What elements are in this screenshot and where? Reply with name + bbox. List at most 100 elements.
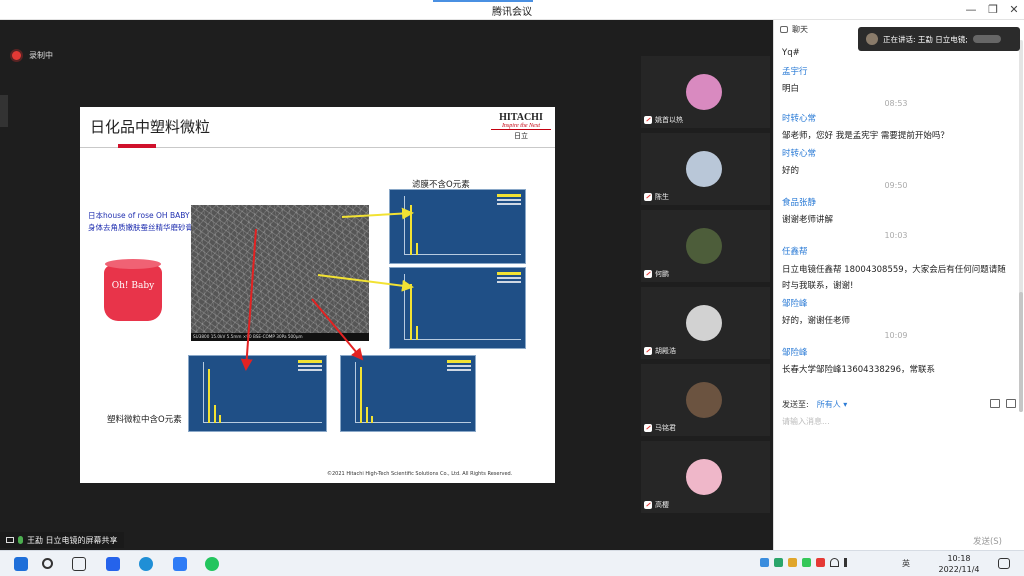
chat-sender: 邹险峰	[782, 299, 808, 309]
product-label: 日本house of rose OH BABY身体去角质嫩肤蚕丝精华磨砂膏	[88, 211, 193, 232]
edge-icon[interactable]	[139, 557, 153, 571]
hitachi-logo: HITACHI Inspire the Next 日立	[491, 112, 551, 140]
chat-message: 好的	[782, 166, 800, 176]
presentation-slide: 日化品中塑料微粒 HITACHI Inspire the Next 日立 日本h…	[80, 107, 555, 483]
close-button[interactable]: ✕	[1005, 2, 1023, 18]
chat-message: 明白	[782, 84, 800, 94]
start-icon[interactable]	[14, 557, 28, 571]
avatar	[686, 305, 722, 341]
scroll-thumb[interactable]	[1019, 292, 1023, 412]
participant-tile[interactable]: 马铭君	[641, 364, 770, 436]
avatar	[686, 382, 722, 418]
taskbar-clock[interactable]: 10:18 2022/11/4	[930, 553, 988, 575]
participant-tile[interactable]: 姚首以热	[641, 56, 770, 128]
eds-spectrum-4	[340, 355, 476, 432]
send-to-label: 发送至:	[782, 400, 809, 409]
window-title: 腾讯会议	[492, 7, 532, 18]
chat-message: 日立电镜任鑫帮 18004308559，大家会后有任何问题请随时与我联系，谢谢!	[782, 265, 1006, 291]
send-button[interactable]: 发送(S)	[973, 535, 1002, 547]
tray-app-icon[interactable]	[760, 558, 769, 567]
system-tray[interactable]	[760, 558, 908, 567]
participant-name: 陈生	[655, 193, 669, 201]
participant-name: 马铭君	[655, 424, 676, 432]
shared-screen-stage: 录制中 日化品中塑料微粒 HITACHI Inspire the Next 日立…	[0, 20, 640, 550]
avatar	[686, 459, 722, 495]
notification-icon[interactable]	[998, 558, 1010, 569]
chat-sender: 孟宇行	[782, 67, 808, 77]
mic-muted-icon	[644, 424, 652, 432]
mic-icon	[18, 536, 23, 544]
chat-timestamp: 09:50	[884, 181, 908, 190]
tray-app-icon[interactable]	[774, 558, 783, 567]
folder-icon[interactable]	[990, 399, 1000, 408]
search-icon[interactable]	[42, 558, 53, 569]
participant-name: 胡殿浩	[655, 347, 676, 355]
participant-video-list[interactable]: 姚首以热 陈生 何鹏 胡殿浩 马铭君 高樱	[640, 20, 773, 550]
logo-tagline: Inspire the Next	[491, 123, 551, 130]
product-jar-image: Oh! Baby	[104, 259, 162, 323]
restore-button[interactable]: ❐	[984, 2, 1002, 18]
participant-tile[interactable]: 高樱	[641, 441, 770, 513]
task-view-icon[interactable]	[72, 557, 86, 571]
send-to-row: 发送至: 所有人 ▾	[782, 399, 847, 410]
chat-timestamp: 10:03	[884, 231, 908, 240]
slide-copyright: ©2021 Hitachi High-Tech Scientific Solut…	[327, 471, 513, 477]
participant-tile[interactable]: 胡殿浩	[641, 287, 770, 359]
chat-timestamp: 10:09	[884, 331, 908, 340]
tencent-meeting-icon[interactable]	[173, 557, 187, 571]
jar-brand: Oh! Baby	[111, 281, 155, 291]
chat-message: Yq#	[782, 48, 800, 58]
avatar	[686, 151, 722, 187]
blurred-name	[972, 35, 1001, 43]
chat-sender: 食品张静	[782, 198, 817, 208]
clock-time: 10:18	[947, 554, 971, 563]
screen-share-icon	[6, 537, 14, 543]
slide-title: 日化品中塑料微粒	[90, 118, 211, 136]
chat-sender: 任鑫帮	[782, 247, 808, 257]
jar-lid	[105, 259, 161, 269]
chat-message: 谢谢老师讲解	[782, 215, 834, 225]
volume-icon[interactable]	[844, 558, 853, 567]
chat-timestamp: 08:53	[884, 99, 908, 108]
chat-input[interactable]: 请输入消息...	[782, 416, 1012, 526]
participant-name: 姚首以热	[655, 116, 683, 124]
side-collapse-handle[interactable]	[0, 95, 8, 127]
windows-taskbar: 英 10:18 2022/11/4	[0, 550, 1024, 576]
participant-tile[interactable]: 何鹏	[641, 210, 770, 282]
avatar	[686, 228, 722, 264]
eds-spectrum-3	[188, 355, 327, 432]
tray-app-icon[interactable]	[788, 558, 797, 567]
chat-scrollbar[interactable]	[1019, 40, 1023, 412]
participant-name: 高樱	[655, 501, 669, 509]
send-to-dropdown[interactable]: 所有人 ▾	[817, 399, 848, 410]
mic-muted-icon	[644, 193, 652, 201]
ime-indicator[interactable]: 英	[902, 558, 910, 569]
chat-icon	[780, 25, 788, 33]
minimize-button[interactable]: —	[962, 2, 980, 18]
sem-micrograph: SU3800 15.0kV 5.5mm ×90 BSE-COMP 30Pa 50…	[191, 205, 369, 341]
chat-sender: 时转心常	[782, 149, 817, 159]
wechat-icon[interactable]	[205, 557, 219, 571]
meeting-window: 腾讯会议 — ❐ ✕ 录制中 日化品中塑料微粒 HITACHI Inspire …	[0, 0, 1024, 576]
store-icon[interactable]	[106, 557, 120, 571]
wifi-icon[interactable]	[830, 558, 839, 567]
jar-body	[104, 265, 162, 321]
export-icon[interactable]	[1006, 399, 1016, 408]
chat-sender: 邹险峰	[782, 348, 808, 358]
chat-sender: 时转心常	[782, 114, 817, 124]
screen-share-bar[interactable]: 王勐 日立电镜的屏幕共享	[0, 532, 124, 548]
eds-spectrum-1	[389, 189, 526, 264]
mic-muted-icon	[644, 270, 652, 278]
screen-share-label: 王勐 日立电镜的屏幕共享	[27, 535, 118, 545]
tray-app-icon[interactable]	[816, 558, 825, 567]
speaker-avatar	[866, 33, 878, 45]
title-bar: 腾讯会议 — ❐ ✕	[0, 0, 1024, 20]
tray-app-icon[interactable]	[802, 558, 811, 567]
mic-muted-icon	[644, 501, 652, 509]
logo-brand: HITACHI	[499, 112, 543, 123]
recording-indicator[interactable]: 录制中	[12, 50, 53, 61]
chat-message-list[interactable]: Yq# 孟宇行 明白 08:53 时转心常 邹老师，您好 我是孟宪宇 需要提前开…	[774, 38, 1018, 408]
participant-tile[interactable]: 陈生	[641, 133, 770, 205]
slide-red-accent	[118, 144, 156, 148]
chat-tools	[990, 399, 1016, 408]
